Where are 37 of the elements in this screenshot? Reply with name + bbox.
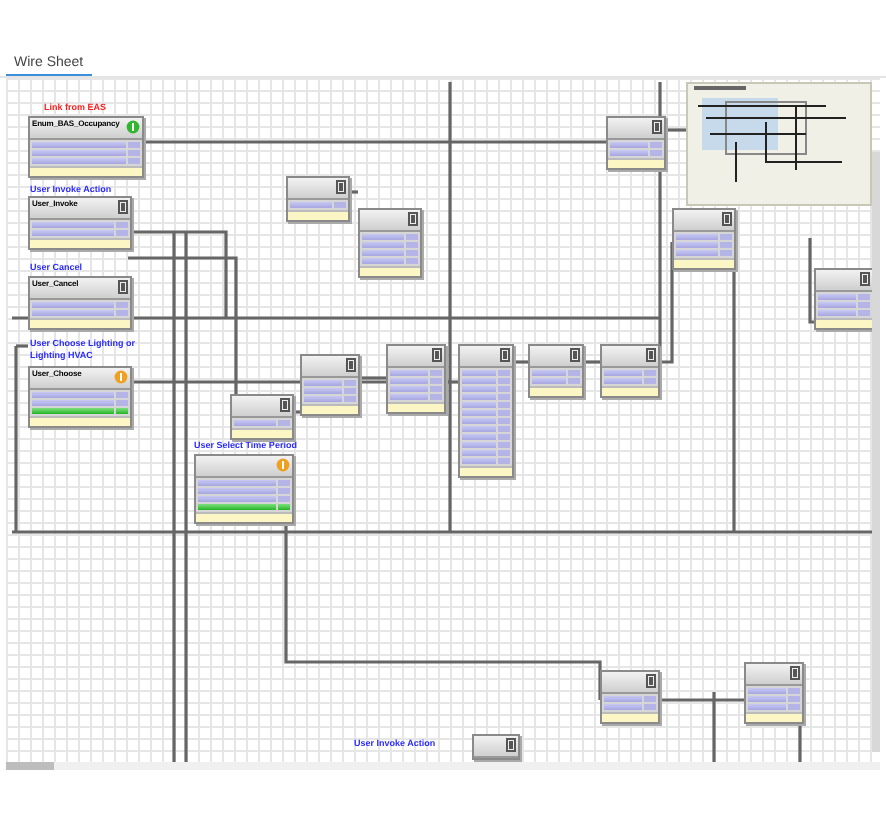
function-block[interactable] xyxy=(600,344,660,398)
vertical-scrollbar[interactable] xyxy=(872,152,880,752)
slot-icon xyxy=(722,212,732,226)
function-block[interactable] xyxy=(300,354,360,416)
slot-icon xyxy=(652,120,662,134)
slot-icon xyxy=(506,738,516,752)
slot-icon xyxy=(118,200,128,214)
function-block[interactable] xyxy=(744,662,804,724)
status-circle-icon xyxy=(126,120,140,134)
function-block[interactable] xyxy=(600,670,660,724)
slot-icon xyxy=(570,348,580,362)
function-block[interactable] xyxy=(472,734,520,760)
status-circle-icon xyxy=(276,458,290,472)
slot-icon xyxy=(118,280,128,294)
function-block[interactable] xyxy=(358,208,422,278)
overview-drawing[interactable] xyxy=(686,82,872,206)
function-block[interactable] xyxy=(230,394,294,440)
function-block[interactable] xyxy=(194,454,294,524)
function-block[interactable] xyxy=(528,344,584,398)
slot-icon xyxy=(860,272,870,286)
status-circle-icon xyxy=(114,370,128,384)
wire xyxy=(808,238,814,324)
slot-icon xyxy=(336,180,346,194)
slot-icon xyxy=(646,674,656,688)
slot-icon xyxy=(790,666,800,680)
function-block[interactable] xyxy=(458,344,514,478)
slot-icon xyxy=(432,348,442,362)
function-block[interactable] xyxy=(606,116,666,170)
slot-icon xyxy=(346,358,356,372)
slot-icon xyxy=(646,348,656,362)
slot-icon xyxy=(280,398,290,412)
slot-icon xyxy=(408,212,418,226)
slot-icon xyxy=(500,348,510,362)
function-block[interactable] xyxy=(286,176,350,222)
function-block[interactable] xyxy=(672,208,736,270)
function-block[interactable] xyxy=(814,268,874,330)
function-block[interactable] xyxy=(386,344,446,414)
